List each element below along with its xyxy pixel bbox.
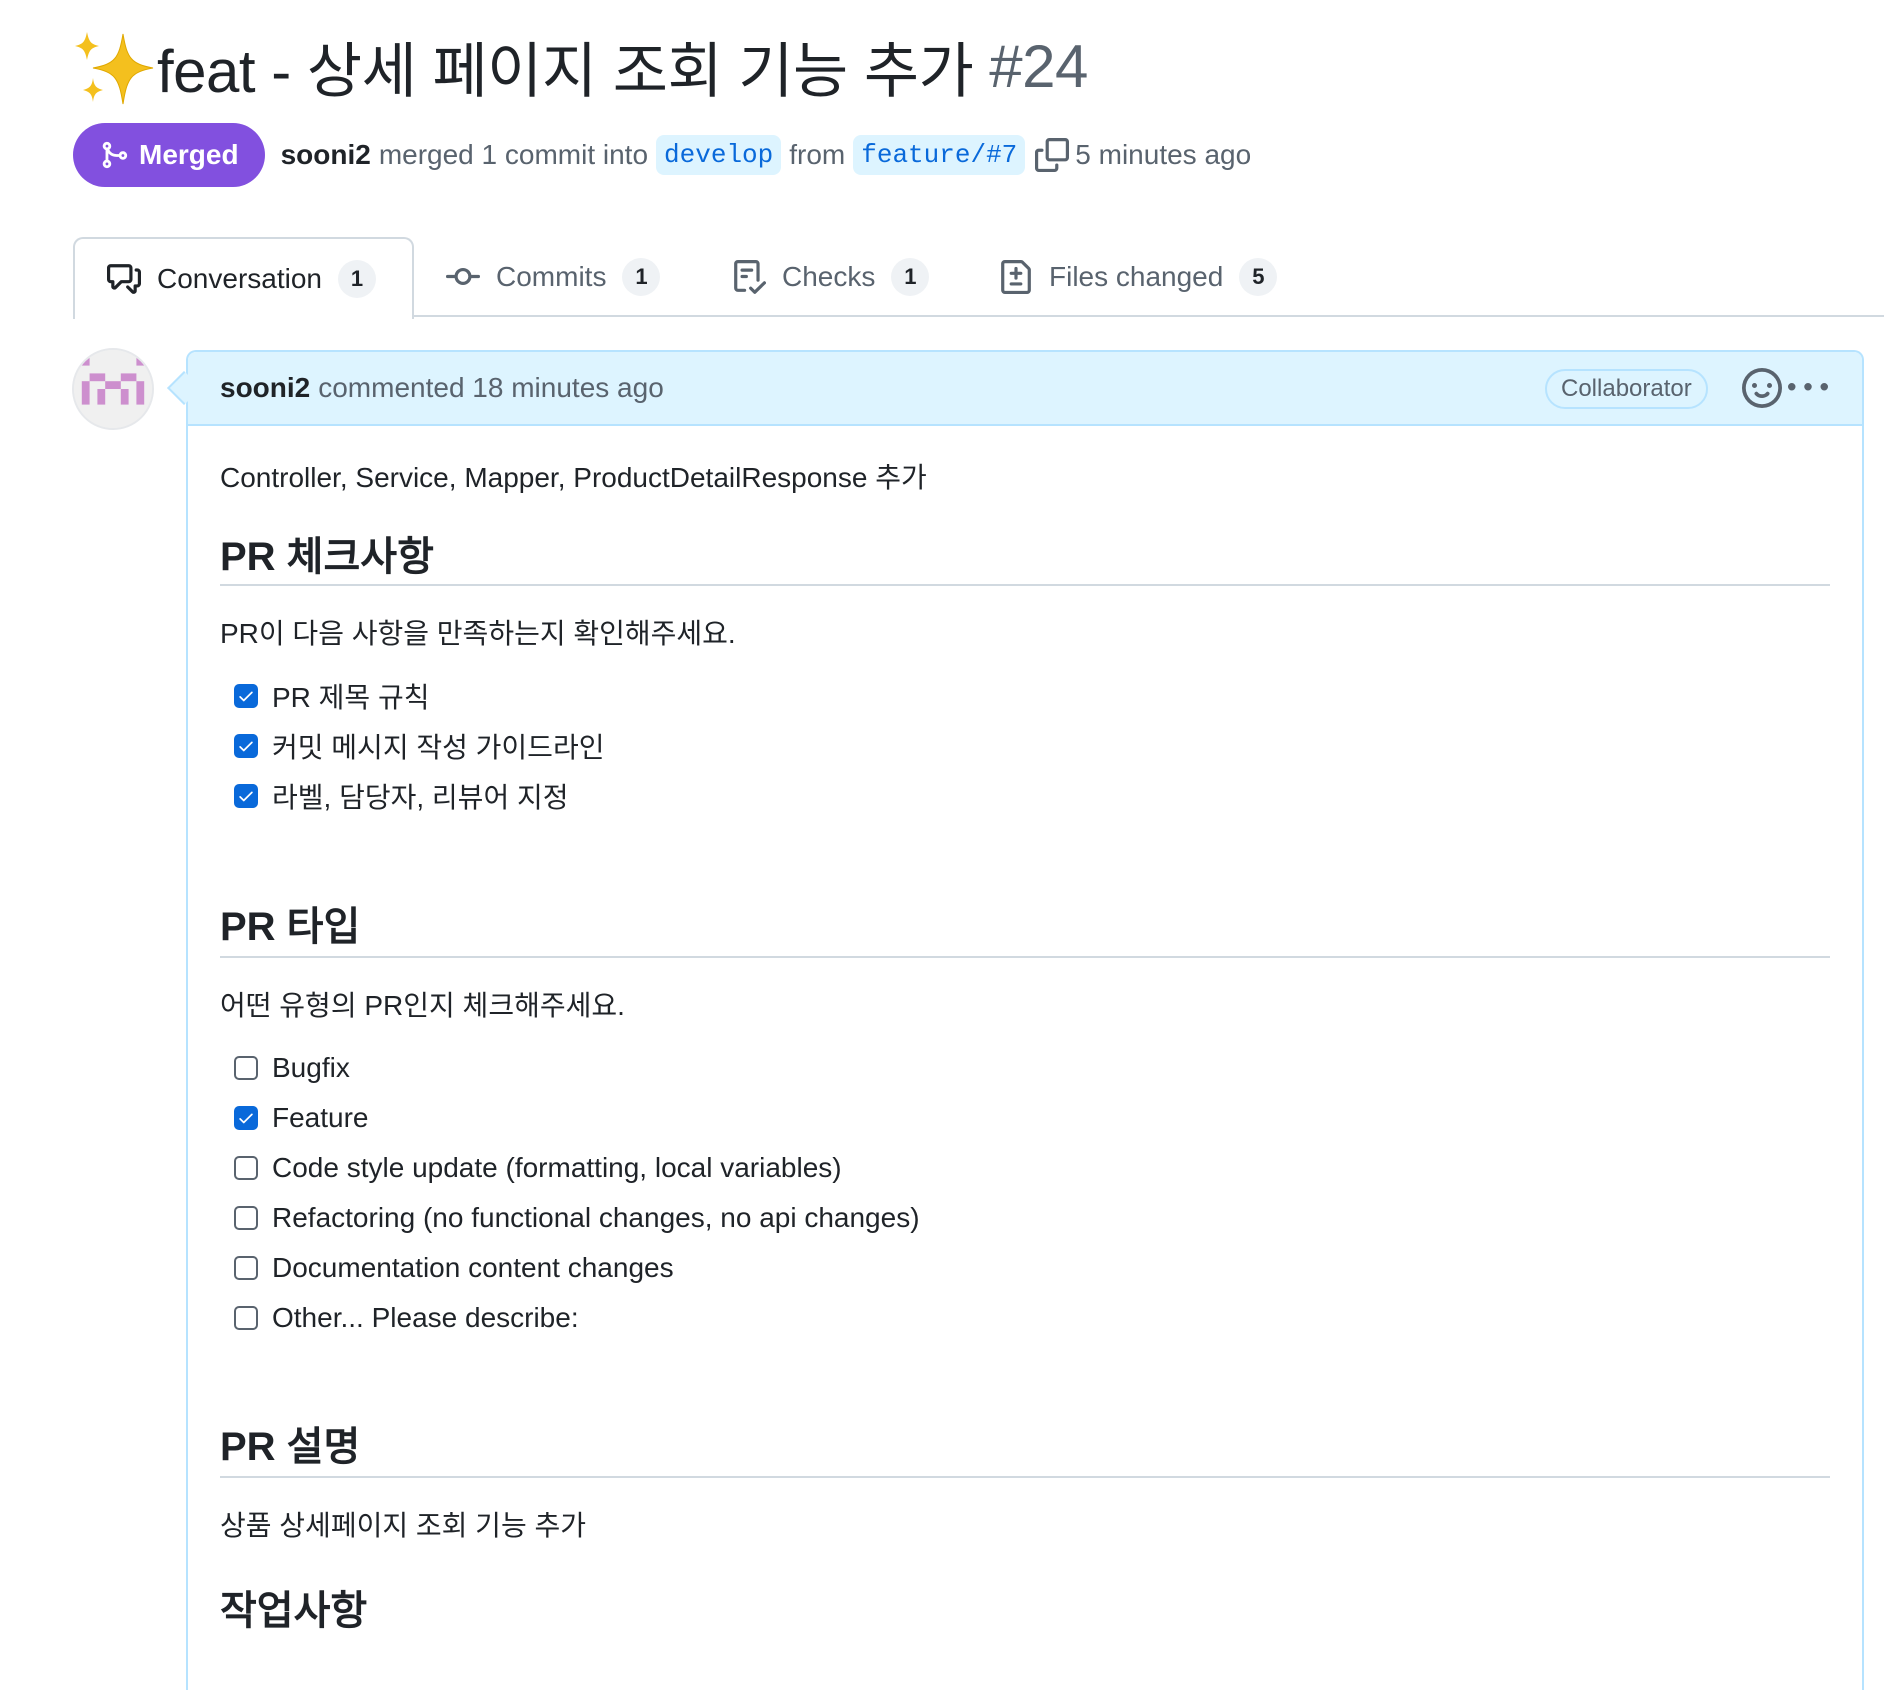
task-item[interactable]: Feature bbox=[234, 1098, 369, 1138]
avatar[interactable] bbox=[72, 348, 154, 430]
task-item[interactable]: 라벨, 담당자, 리뷰어 지정 bbox=[234, 776, 569, 816]
comment-author-link[interactable]: sooni2 bbox=[220, 372, 310, 404]
pr-number: #24 bbox=[989, 32, 1088, 100]
comment-box: sooni2 commented 18 minutes ago Collabor… bbox=[186, 350, 1864, 1690]
pr-author-link[interactable]: sooni2 bbox=[281, 139, 371, 171]
checkbox-unchecked[interactable] bbox=[234, 1306, 258, 1330]
tab-files-changed[interactable]: Files changed 5 bbox=[999, 237, 1278, 317]
tab-checks[interactable]: Checks 1 bbox=[732, 237, 930, 317]
merged-status-badge: Merged bbox=[73, 123, 265, 187]
tab-checks-count: 1 bbox=[891, 258, 930, 296]
smiley-icon[interactable] bbox=[1742, 368, 1782, 408]
kebab-horizontal-icon[interactable] bbox=[1788, 368, 1828, 408]
tab-files-changed-label: Files changed bbox=[1049, 261, 1224, 292]
checkbox-checked[interactable] bbox=[234, 734, 258, 758]
tab-commits[interactable]: Commits 1 bbox=[446, 237, 661, 317]
task-label: Refactoring (no functional changes, no a… bbox=[272, 1202, 920, 1233]
tab-conversation[interactable]: Conversation 1 bbox=[73, 237, 414, 319]
tab-conversation-count: 1 bbox=[337, 260, 376, 298]
comment-header: sooni2 commented 18 minutes ago Collabor… bbox=[188, 352, 1862, 426]
pr-title-text: feat - 상세 페이지 조회 기능 추가 bbox=[157, 37, 974, 105]
tab-checks-label: Checks bbox=[782, 261, 876, 292]
section-text: 상품 상세페이지 조회 기능 추가 bbox=[220, 1510, 586, 1541]
head-branch-link[interactable]: feature/#7 bbox=[853, 135, 1026, 175]
tab-commits-count: 1 bbox=[622, 258, 661, 296]
heading-divider bbox=[220, 956, 1830, 958]
section-text: 어떤 유형의 PR인지 체크해주세요. bbox=[220, 990, 625, 1021]
task-label: Code style update (formatting, local var… bbox=[272, 1152, 842, 1183]
collaborator-badge: Collaborator bbox=[1545, 369, 1708, 409]
task-item[interactable]: PR 제목 규칙 bbox=[234, 676, 430, 716]
heading-pr-type: PR 타입 bbox=[220, 905, 361, 949]
task-label: Bugfix bbox=[272, 1052, 350, 1083]
section-text: PR이 다음 사항을 만족하는지 확인해주세요. bbox=[220, 618, 736, 649]
task-label: Feature bbox=[272, 1102, 369, 1133]
sparkles-icon bbox=[75, 32, 154, 105]
commit-icon bbox=[446, 267, 480, 285]
checkbox-checked[interactable] bbox=[234, 784, 258, 808]
merge-text: merged 1 commit into bbox=[378, 139, 649, 170]
heading-work-items: 작업사항 bbox=[220, 1589, 368, 1633]
checklist-icon bbox=[734, 260, 766, 294]
tab-conversation-label: Conversation bbox=[157, 263, 322, 294]
pr-meta: Merged sooni2 merged 1 commit into devel… bbox=[73, 123, 1251, 187]
base-branch-link[interactable]: develop bbox=[656, 135, 782, 175]
task-label: 커밋 메시지 작성 가이드라인 bbox=[272, 732, 605, 763]
task-label: Documentation content changes bbox=[272, 1252, 674, 1283]
file-diff-icon bbox=[1001, 260, 1031, 294]
merged-status-label: Merged bbox=[139, 139, 239, 170]
task-label: PR 제목 규칙 bbox=[272, 682, 430, 713]
comment-timestamp[interactable]: commented 18 minutes ago bbox=[318, 372, 664, 404]
task-item[interactable]: Code style update (formatting, local var… bbox=[234, 1148, 842, 1188]
comment-intro: Controller, Service, Mapper, ProductDeta… bbox=[220, 462, 927, 493]
heading-pr-description: PR 설명 bbox=[220, 1425, 361, 1469]
checkbox-unchecked[interactable] bbox=[234, 1206, 258, 1230]
heading-pr-checks: PR 체크사항 bbox=[220, 535, 434, 579]
checkbox-checked[interactable] bbox=[234, 1106, 258, 1130]
tab-files-changed-count: 5 bbox=[1239, 258, 1278, 296]
task-item[interactable]: Other... Please describe: bbox=[234, 1298, 579, 1338]
heading-divider bbox=[220, 584, 1830, 586]
task-item[interactable]: Refactoring (no functional changes, no a… bbox=[234, 1198, 920, 1238]
task-item[interactable]: Documentation content changes bbox=[234, 1248, 674, 1288]
checkbox-unchecked[interactable] bbox=[234, 1056, 258, 1080]
task-label: 라벨, 담당자, 리뷰어 지정 bbox=[272, 782, 569, 813]
copy-icon[interactable] bbox=[1035, 138, 1070, 172]
pr-title: feat - 상세 페이지 조회 기능 추가 #24 bbox=[73, 26, 1088, 106]
from-text: from bbox=[789, 139, 846, 170]
checkbox-checked[interactable] bbox=[234, 684, 258, 708]
heading-divider bbox=[220, 1476, 1830, 1478]
git-merge-icon bbox=[102, 141, 128, 169]
tab-commits-label: Commits bbox=[496, 261, 607, 292]
conversation-icon bbox=[107, 264, 141, 294]
task-label: Other... Please describe: bbox=[272, 1302, 579, 1333]
identicon-icon bbox=[74, 350, 152, 428]
checkbox-unchecked[interactable] bbox=[234, 1256, 258, 1280]
merge-time: 5 minutes ago bbox=[1075, 139, 1252, 170]
checkbox-unchecked[interactable] bbox=[234, 1156, 258, 1180]
task-item[interactable]: Bugfix bbox=[234, 1048, 350, 1088]
task-item[interactable]: 커밋 메시지 작성 가이드라인 bbox=[234, 726, 604, 766]
